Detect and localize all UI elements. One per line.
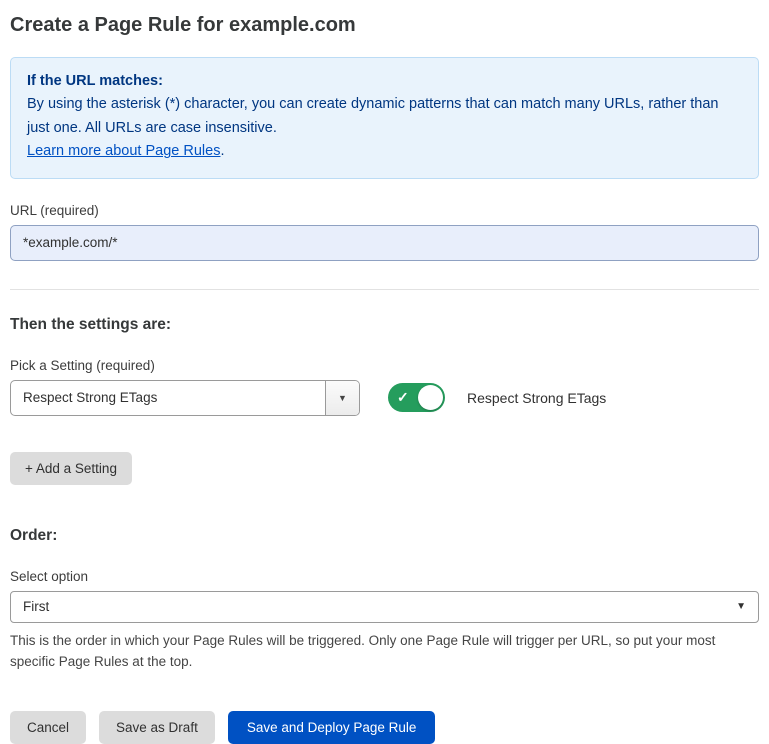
setting-toggle-label: Respect Strong ETags [467,390,606,406]
order-select-value: First [23,599,49,614]
order-section-heading: Order: [10,527,759,545]
info-box-heading: If the URL matches: [27,70,742,93]
add-setting-button[interactable]: + Add a Setting [10,452,132,485]
settings-section-heading: Then the settings are: [10,316,759,334]
url-match-info-box: If the URL matches: By using the asteris… [10,57,759,179]
footer-actions: Cancel Save as Draft Save and Deploy Pag… [10,711,759,744]
setting-toggle-wrap: ✓ Respect Strong ETags [388,383,606,412]
section-divider [10,289,759,290]
cancel-button[interactable]: Cancel [10,711,86,744]
checkmark-icon: ✓ [397,389,409,406]
info-box-body: By using the asterisk (*) character, you… [27,93,742,140]
learn-more-link[interactable]: Learn more about Page Rules [27,143,220,159]
order-select-label: Select option [10,569,759,584]
order-help-text: This is the order in which your Page Rul… [10,631,750,673]
info-box-link-line: Learn more about Page Rules. [27,140,742,163]
setting-row: Respect Strong ETags ▼ ✓ Respect Strong … [10,380,759,416]
link-period: . [220,143,224,159]
page-rule-form: Create a Page Rule for example.com If th… [0,0,769,744]
toggle-knob [418,385,443,410]
setting-toggle[interactable]: ✓ [388,383,445,412]
save-draft-button[interactable]: Save as Draft [99,711,215,744]
page-title: Create a Page Rule for example.com [10,14,759,37]
chevron-down-icon: ▼ [736,601,746,612]
save-deploy-button[interactable]: Save and Deploy Page Rule [228,711,436,744]
setting-select-arrow-button[interactable]: ▼ [325,381,359,415]
pick-setting-label: Pick a Setting (required) [10,358,759,373]
url-input[interactable] [10,225,759,261]
dropdown-arrow-icon: ▼ [338,393,347,403]
setting-select-value: Respect Strong ETags [11,381,325,415]
url-field-label: URL (required) [10,203,759,218]
order-select[interactable]: First ▼ [10,591,759,623]
setting-select[interactable]: Respect Strong ETags ▼ [10,380,360,416]
